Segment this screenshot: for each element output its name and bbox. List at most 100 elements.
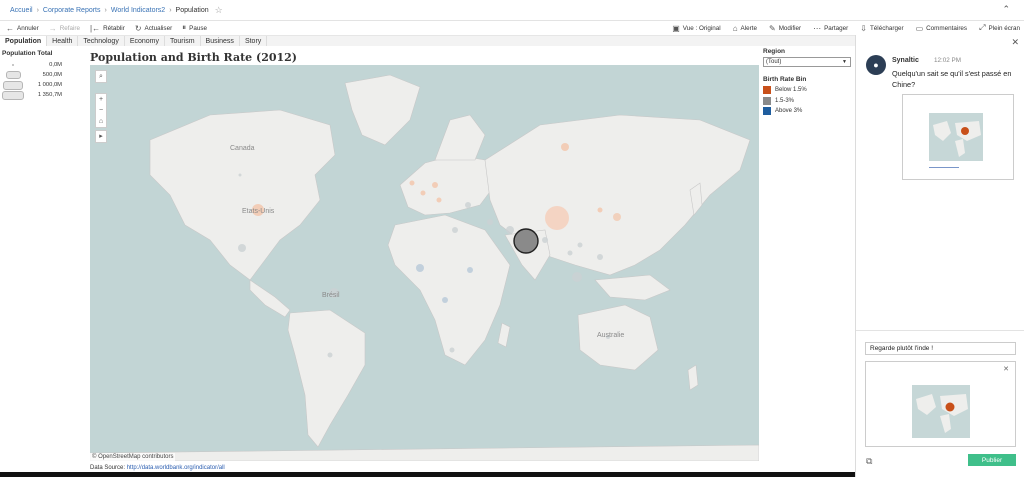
comment-author: Synaltic	[892, 57, 919, 64]
tab-technology[interactable]: Technology	[78, 36, 125, 46]
tab-business[interactable]: Business	[201, 36, 240, 46]
bubble-south-africa	[449, 347, 455, 353]
redo-button[interactable]: → Refaire	[49, 24, 80, 33]
remove-attachment-icon[interactable]: ✕	[1003, 365, 1009, 373]
view-original-button[interactable]: ▣ Vue : Original	[672, 24, 720, 33]
bubble-korea	[597, 207, 603, 213]
undo-icon: ←	[6, 23, 14, 33]
breadcrumb-home[interactable]: Accueil	[10, 7, 33, 14]
breadcrumb: Accueil › Corporate Reports › World Indi…	[0, 0, 1024, 21]
world-map[interactable]: Canada Etats-Unis Brésil Australie ⌕ + −…	[90, 65, 759, 461]
publish-button[interactable]: Publier	[968, 454, 1016, 466]
size-legend-marker	[2, 90, 24, 100]
bubble-pakistan	[506, 226, 514, 234]
edit-icon: ✎	[768, 23, 776, 33]
bubble-russia	[561, 143, 569, 151]
land-madagascar	[497, 322, 511, 348]
breadcrumb-project[interactable]: Corporate Reports	[43, 7, 101, 14]
bubble-egypt	[452, 227, 458, 233]
refresh-button[interactable]: ↻ Actualiser	[135, 24, 172, 33]
bubble-japan	[613, 213, 621, 221]
land-europe	[399, 154, 496, 216]
comment-time: 12:02 PM	[934, 57, 961, 64]
attached-snapshot: ✕	[865, 361, 1016, 447]
zoom-out-icon[interactable]: −	[95, 105, 107, 116]
map-toolbar-toggle[interactable]: ▸	[95, 130, 107, 143]
tab-tourism[interactable]: Tourism	[165, 36, 201, 46]
snapshot-icon[interactable]: ⧉	[866, 456, 872, 467]
land-greenland	[344, 74, 421, 146]
viz-title: Population and Birth Rate (2012)	[90, 51, 298, 64]
comments-button[interactable]: ▭ Commentaires	[916, 24, 968, 33]
bubble-canada	[238, 173, 242, 177]
toolbar: ← Annuler → Refaire |← Rétablir ↻ Actualiser…	[0, 21, 1024, 35]
tab-health[interactable]: Health	[47, 36, 79, 46]
panel-divider	[856, 330, 1024, 331]
map-label-usa: Etats-Unis	[242, 208, 275, 215]
land-antarctica	[90, 444, 759, 461]
download-icon: ⇩	[860, 23, 867, 33]
revert-icon: |←	[90, 23, 101, 33]
bubble-congo	[442, 297, 448, 303]
map-attribution[interactable]: © OpenStreetMap contributors	[90, 453, 176, 461]
bubble-uk	[409, 180, 415, 186]
legend-swatch	[763, 86, 771, 95]
map-search-icon[interactable]: ⌕	[95, 71, 107, 82]
collapse-chevron-icon[interactable]: ⌃	[1002, 4, 1010, 15]
size-legend-marker	[5, 71, 21, 79]
land-central-america	[249, 279, 291, 318]
map-label-brazil: Brésil	[322, 292, 340, 299]
alert-button[interactable]: ⌂ Alerte	[733, 24, 757, 33]
map-label-canada: Canada	[230, 145, 255, 152]
download-button[interactable]: ⇩ Télécharger	[860, 24, 903, 33]
tab-story[interactable]: Story	[240, 36, 268, 46]
bubble-ethiopia	[467, 267, 473, 273]
size-legend-item: 0,0M	[2, 60, 62, 70]
bubble-thailand	[567, 250, 573, 256]
undo-button[interactable]: ← Annuler	[6, 24, 39, 33]
view-icon: ▣	[672, 23, 680, 33]
share-button[interactable]: ⋯ Partager	[813, 24, 848, 33]
birth-rate-legend-title: Birth Rate Bin	[763, 76, 807, 83]
region-filter-title: Region	[763, 48, 786, 55]
bubble-philippines	[597, 254, 603, 260]
breadcrumb-separator: ›	[169, 6, 172, 14]
tab-population[interactable]: Population	[0, 36, 48, 46]
bubble-bangladesh	[542, 237, 548, 243]
birth-rate-legend-item[interactable]: 1.5-3%	[763, 96, 853, 107]
birth-rate-legend-item[interactable]: Above 3%	[763, 106, 853, 117]
user-icon: ●	[873, 60, 879, 70]
bubble-france	[420, 190, 426, 196]
home-icon[interactable]: ⌂	[95, 116, 107, 127]
close-icon[interactable]: ✕	[1011, 37, 1019, 48]
bubble-turkey	[465, 202, 471, 208]
map-search-control[interactable]: ⌕	[95, 70, 107, 83]
bubble-india-highlighted	[513, 228, 539, 254]
world-map-canvas: Canada Etats-Unis Brésil Australie	[90, 74, 759, 461]
region-select[interactable]: (Tout) ▼	[763, 57, 851, 67]
fullscreen-button[interactable]: ⤢ Plein écran	[979, 23, 1020, 33]
birth-rate-legend-item[interactable]: Below 1.5%	[763, 85, 853, 96]
bubble-italy	[436, 197, 442, 203]
comment-text: Quelqu'un sait se qu'il s'est passé en C…	[892, 69, 1012, 89]
bubble-vietnam	[577, 242, 583, 248]
bubble-iran	[487, 219, 493, 225]
reply-input[interactable]: Regarde plutôt l'inde !	[865, 342, 1016, 355]
breadcrumb-workbook[interactable]: World Indicators2	[111, 7, 165, 14]
share-icon: ⋯	[813, 23, 822, 33]
triangle-right-icon[interactable]: ▸	[95, 131, 107, 142]
data-source-link[interactable]: http://data.worldbank.org/indicator/all	[127, 465, 225, 471]
sheet-tabs: Population Health Technology Economy Tou…	[0, 35, 855, 46]
attached-snapshot-map	[912, 385, 970, 438]
revert-button[interactable]: |← Rétablir	[90, 24, 125, 33]
edit-button[interactable]: ✎ Modifier	[769, 24, 801, 33]
bubble-germany	[432, 182, 438, 188]
zoom-in-icon[interactable]: +	[95, 94, 107, 105]
tab-economy[interactable]: Economy	[125, 36, 166, 46]
bubble-indonesia	[572, 272, 582, 282]
favorite-star-icon[interactable]: ☆	[215, 5, 223, 16]
breadcrumb-separator: ›	[104, 6, 107, 14]
pause-icon: ⏸	[182, 23, 187, 32]
pause-button[interactable]: ⏸ Pause	[182, 23, 207, 33]
comment-snapshot-thumbnail[interactable]	[902, 94, 1014, 180]
